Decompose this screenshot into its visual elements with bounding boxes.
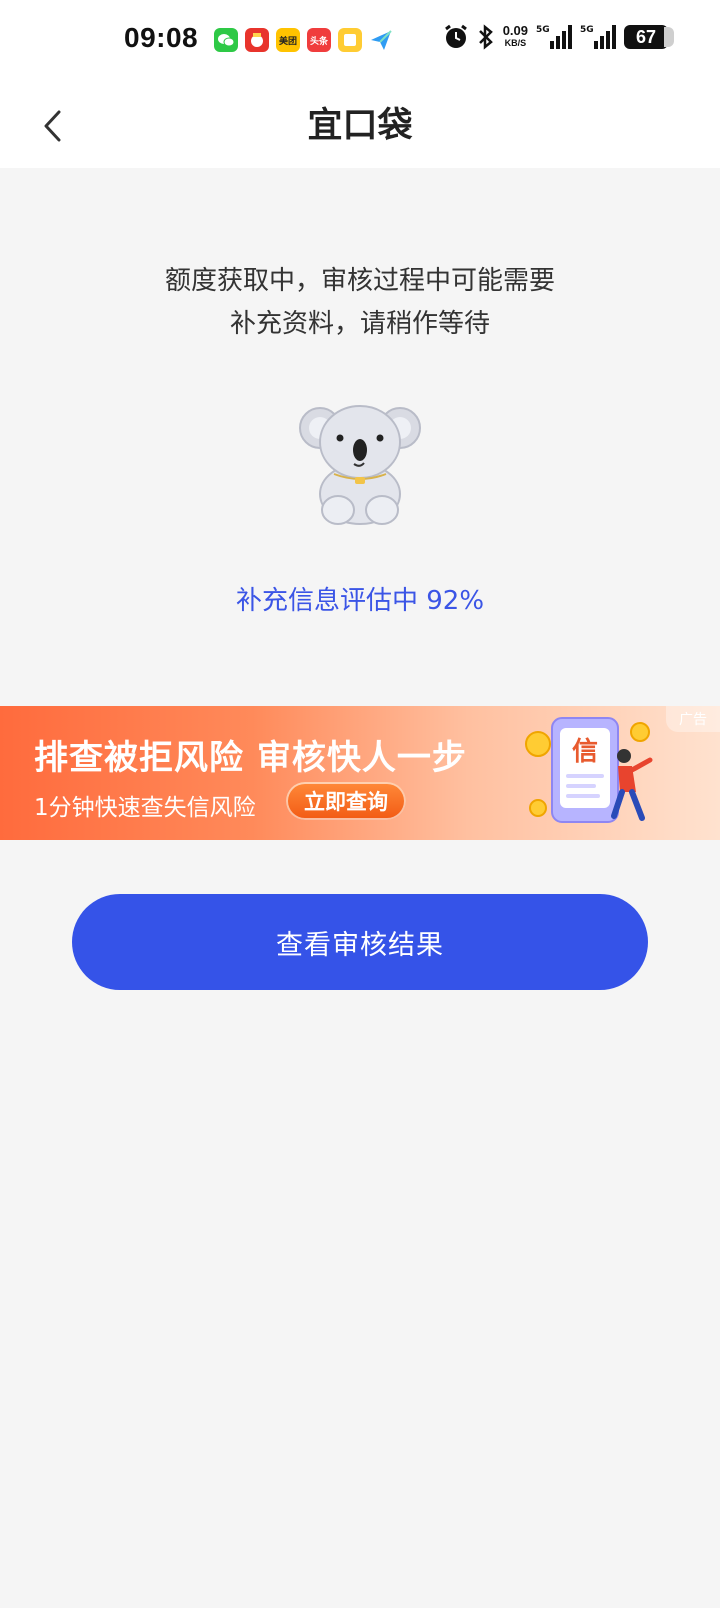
wechat-icon xyxy=(214,28,238,52)
notification-icons: 美团 头条 xyxy=(214,28,393,52)
status-bar: 09:08 美团 头条 0.09 KB/S 5G 5G 67 xyxy=(0,0,720,84)
toutiao-label: 头条 xyxy=(309,36,328,47)
send-icon xyxy=(369,28,393,52)
ad-banner[interactable]: 排查被拒风险 审核快人一步 1分钟快速查失信风险 立即查询 广告 信 xyxy=(0,706,720,840)
status-time: 09:08 xyxy=(124,22,199,53)
net-speed-value: 0.09 xyxy=(502,23,528,38)
system-icons: 0.09 KB/S 5G 5G 67 xyxy=(443,23,674,50)
ad-cta-button[interactable]: 立即查询 xyxy=(286,782,406,820)
alarm-icon xyxy=(444,24,467,48)
net-speed: 0.09 KB/S xyxy=(502,23,528,49)
progress-label: 补充信息评估中 92% xyxy=(235,586,485,616)
meituan-icon: 美团 xyxy=(276,28,300,52)
ad-illustration-char: 信 xyxy=(572,737,598,767)
signal-2-icon: 5G xyxy=(580,25,616,49)
signal-1-gen: 5G xyxy=(536,25,550,35)
credit-phone-illustration-icon: 信 xyxy=(525,717,653,823)
nav-bar: 宜口袋 xyxy=(0,84,720,168)
status-line-1: 额度获取中，审核过程中可能需要 xyxy=(164,266,555,296)
signal-2-gen: 5G xyxy=(580,25,594,35)
battery-level: 67 xyxy=(635,26,657,47)
ad-tag: 广告 xyxy=(666,706,720,732)
ad-subtitle: 1分钟快速查失信风险 xyxy=(34,795,256,821)
toutiao-icon: 头条 xyxy=(307,28,331,52)
signal-1-icon: 5G xyxy=(536,25,572,49)
koala-mascot-icon xyxy=(299,405,421,525)
view-review-result-button[interactable]: 查看审核结果 xyxy=(72,894,648,990)
review-status-message: 额度获取中，审核过程中可能需要 补充资料，请稍作等待 xyxy=(0,260,720,346)
news-app-icon xyxy=(245,28,269,52)
page-title: 宜口袋 xyxy=(307,106,413,146)
notes-icon xyxy=(338,28,362,52)
meituan-label: 美团 xyxy=(278,36,297,47)
bluetooth-icon xyxy=(478,24,493,50)
status-line-2: 补充资料，请稍作等待 xyxy=(229,309,490,339)
battery-icon: 67 xyxy=(624,25,674,49)
ad-title: 排查被拒风险 审核快人一步 xyxy=(34,738,467,778)
net-speed-unit: KB/S xyxy=(504,38,527,48)
